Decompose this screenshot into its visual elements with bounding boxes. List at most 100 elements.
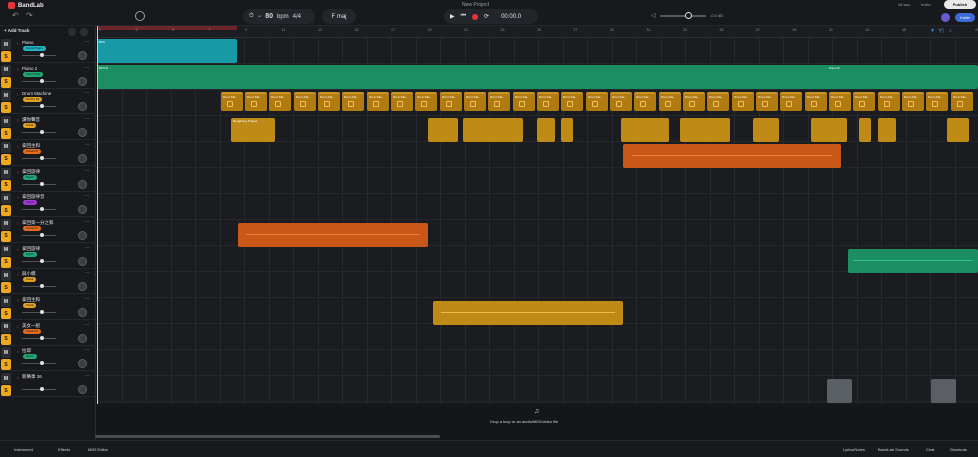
- mute-button[interactable]: M: [1, 218, 11, 230]
- track-header[interactable]: M S ♁ 與小橋 Vocal ⋯: [0, 269, 96, 295]
- instrument-tag[interactable]: Synth: [23, 174, 37, 180]
- track-lane[interactable]: [97, 194, 978, 220]
- track-lane[interactable]: [97, 272, 978, 298]
- track-volume-slider[interactable]: [22, 286, 56, 288]
- more-icon[interactable]: ⋯: [85, 219, 90, 225]
- drum-pattern-clip[interactable]: Drum Ma..: [318, 92, 340, 111]
- vocal-clip[interactable]: DongFeng Project: [231, 118, 275, 142]
- more-icon[interactable]: ⋯: [85, 322, 90, 328]
- effects-tab[interactable]: Effects: [58, 447, 70, 452]
- track-volume-thumb[interactable]: [40, 232, 44, 237]
- drum-pattern-clip[interactable]: Drum Ma..: [732, 92, 754, 111]
- solo-button[interactable]: S: [1, 282, 11, 294]
- more-icon[interactable]: ⋯: [85, 142, 90, 148]
- synth-clip[interactable]: [848, 249, 978, 273]
- more-icon[interactable]: ⋯: [85, 168, 90, 174]
- drum-pattern-clip[interactable]: Drum Ma..: [415, 92, 437, 111]
- drum-pattern-clip[interactable]: Drum Ma..: [610, 92, 632, 111]
- mute-button[interactable]: M: [1, 39, 11, 50]
- vocal-clip[interactable]: [753, 118, 779, 142]
- audio-clip[interactable]: [827, 379, 852, 403]
- more-icon[interactable]: ⋯: [85, 270, 90, 276]
- drum-pattern-clip[interactable]: Drum Ma..: [294, 92, 316, 111]
- horizontal-scrollbar[interactable]: [95, 435, 440, 438]
- track-volume-thumb[interactable]: [40, 310, 44, 314]
- track-volume-slider[interactable]: [22, 260, 56, 262]
- vocal-clip[interactable]: [428, 118, 458, 142]
- master-volume-slider[interactable]: [660, 15, 706, 17]
- instrument-tag[interactable]: Kit Pro Kit: [23, 97, 43, 103]
- track-name[interactable]: 新樂章 36: [22, 374, 42, 380]
- drum-pattern-clip[interactable]: Drum Ma..: [951, 92, 973, 111]
- drum-pattern-clip[interactable]: Drum Ma..: [926, 92, 948, 111]
- instrument-tag[interactable]: Vocal: [23, 277, 37, 283]
- pan-knob[interactable]: [78, 385, 87, 395]
- magnet-icon[interactable]: ⋂: [940, 28, 944, 34]
- play-icon[interactable]: ▶: [450, 13, 455, 20]
- track-lane[interactable]: [97, 142, 978, 168]
- track-volume-slider[interactable]: [22, 389, 56, 391]
- drum-pattern-clip[interactable]: Drum Ma..: [829, 92, 851, 111]
- track-volume-slider[interactable]: [22, 312, 56, 313]
- solo-button[interactable]: S: [1, 308, 11, 319]
- settings-icon[interactable]: [80, 28, 88, 36]
- audio-clip[interactable]: [931, 379, 956, 403]
- arrangement-lanes[interactable]: BFS BFS B Piano B Drum Ma.. Drum Ma.. Drum…: [97, 38, 978, 404]
- invite-link[interactable]: Invite: [921, 2, 931, 7]
- pan-knob[interactable]: [78, 102, 87, 112]
- drum-pattern-clip[interactable]: Drum Ma..: [367, 92, 389, 111]
- drum-pattern-clip[interactable]: Drum Ma..: [513, 92, 535, 111]
- master-volume-thumb[interactable]: [685, 12, 692, 19]
- mute-button[interactable]: M: [1, 296, 11, 307]
- mute-button[interactable]: M: [1, 64, 11, 76]
- shortcuts-tab[interactable]: Shortcuts: [950, 447, 967, 452]
- more-icon[interactable]: ⋯: [85, 245, 90, 251]
- solo-button[interactable]: S: [1, 256, 11, 268]
- vocal-fx-clip[interactable]: [623, 144, 841, 168]
- zoom-icon[interactable]: ⌕: [949, 28, 952, 34]
- solo-button[interactable]: S: [1, 128, 11, 140]
- chat-tab[interactable]: Chat: [926, 447, 934, 452]
- pan-knob[interactable]: [78, 256, 87, 266]
- track-volume-thumb[interactable]: [40, 387, 44, 392]
- track-name[interactable]: 拿回主和: [22, 143, 40, 149]
- undo-icon[interactable]: ↶: [12, 11, 19, 20]
- solo-button[interactable]: S: [1, 153, 11, 165]
- pan-knob[interactable]: [78, 179, 87, 189]
- bandlab-sounds-tab[interactable]: BandLab Sounds: [878, 447, 909, 452]
- track-header[interactable]: M S ♁ 拿回主和 Vocal FX ⋯: [0, 141, 96, 166]
- instrument-tag[interactable]: Synth: [23, 200, 37, 206]
- mute-button[interactable]: M: [1, 244, 11, 256]
- pan-knob[interactable]: [78, 359, 87, 369]
- mute-button[interactable]: M: [1, 167, 11, 179]
- mute-button[interactable]: M: [1, 373, 11, 385]
- mute-button[interactable]: M: [1, 347, 11, 359]
- track-header[interactable]: M S ♁ 拿回第一分之和 Vocal FX ⋯: [0, 218, 96, 243]
- drum-pattern-clip[interactable]: Drum Ma..: [342, 92, 364, 111]
- drum-pattern-clip[interactable]: Drum Ma..: [878, 92, 900, 111]
- track-name[interactable]: 拿回第一分之和: [22, 220, 54, 226]
- solo-button[interactable]: S: [1, 205, 11, 217]
- vocal-clip[interactable]: [433, 301, 623, 325]
- track-volume-slider[interactable]: [22, 80, 56, 82]
- edit-icon[interactable]: [68, 28, 76, 36]
- track-header[interactable]: M S ♁ 拿回旋律音 Synth ⋯: [0, 192, 96, 218]
- vocal-clip[interactable]: [811, 118, 847, 142]
- track-volume-thumb[interactable]: [40, 207, 44, 212]
- track-volume-thumb[interactable]: [40, 258, 44, 263]
- track-header[interactable]: M S ♁ 拿回旋律 Synth ⋯: [0, 244, 96, 269]
- vocal-clip[interactable]: [878, 118, 896, 142]
- key-selector[interactable]: F maj: [322, 9, 356, 24]
- drum-pattern-clip[interactable]: Drum Ma..: [269, 92, 291, 111]
- track-volume-slider[interactable]: [22, 337, 56, 339]
- pan-knob[interactable]: [78, 333, 87, 343]
- instrument-tag[interactable]: Synth Pad: [23, 71, 43, 77]
- piano-clip[interactable]: BFS: [97, 39, 237, 63]
- vocal-clip[interactable]: [680, 118, 730, 142]
- vocal-fx-clip[interactable]: [238, 223, 428, 247]
- track-volume-thumb[interactable]: [40, 130, 44, 135]
- tempo-value[interactable]: 80: [265, 13, 273, 20]
- avatar[interactable]: [941, 13, 950, 22]
- track-volume-thumb[interactable]: [40, 284, 44, 289]
- more-icon[interactable]: ⋯: [85, 39, 90, 45]
